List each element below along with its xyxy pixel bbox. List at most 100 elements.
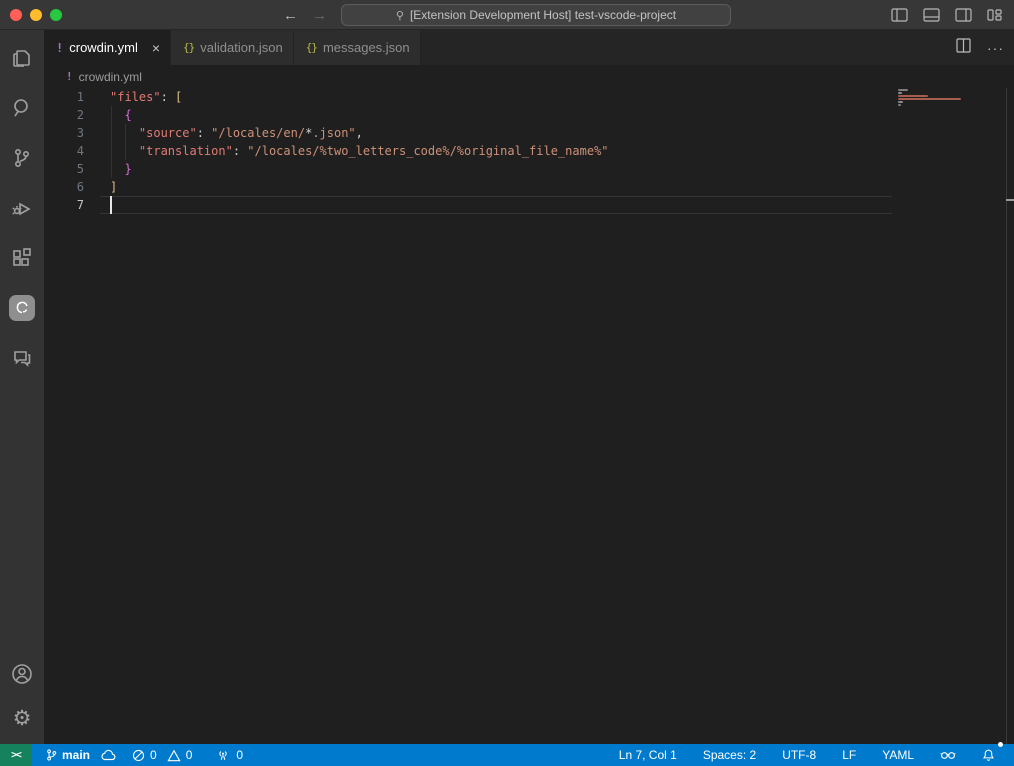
sync-changes-item[interactable]: [95, 744, 121, 766]
line-number: 1: [44, 88, 110, 106]
accounts-icon[interactable]: [8, 660, 36, 688]
navigate-forward-icon[interactable]: →: [312, 7, 327, 24]
text-cursor: [110, 196, 112, 214]
remote-indicator[interactable]: ><: [0, 744, 32, 766]
remote-icon: ><: [11, 750, 21, 761]
minimap-line: [898, 92, 902, 94]
tab-crowdin-yml[interactable]: ! crowdin.yml ×: [44, 30, 171, 65]
eol-item[interactable]: LF: [837, 744, 861, 766]
minimap[interactable]: [892, 88, 1006, 744]
code-text: "translation": "/locales/%two_letters_co…: [110, 142, 609, 160]
crowdin-logo: [9, 295, 35, 321]
code-line[interactable]: 5 }: [44, 160, 892, 178]
source-control-icon[interactable]: [8, 144, 36, 172]
code-text: "source": "/locales/en/*.json",: [110, 124, 363, 142]
encoding-item[interactable]: UTF-8: [777, 744, 821, 766]
git-branch-item[interactable]: main: [40, 744, 95, 766]
more-actions-icon[interactable]: ···: [987, 40, 1004, 56]
json-file-icon: {}: [183, 41, 194, 54]
code-text: "files": [: [110, 88, 182, 106]
indent-guide: [125, 124, 126, 160]
split-editor-icon[interactable]: [956, 38, 971, 58]
bell-icon: [982, 748, 995, 762]
tab-label: validation.json: [200, 40, 282, 55]
warnings-count: 0: [186, 748, 193, 762]
tab-messages-json[interactable]: {} messages.json: [294, 30, 421, 65]
errors-count: 0: [150, 748, 157, 762]
indentation-item[interactable]: Spaces: 2: [698, 744, 761, 766]
navigate-back-icon[interactable]: ←: [283, 7, 298, 24]
tab-bar: ! crowdin.yml × {} validation.json {} me…: [44, 30, 1014, 65]
search-sidebar-icon[interactable]: [8, 94, 36, 122]
branch-label: main: [62, 748, 90, 762]
toggle-primary-sidebar-icon[interactable]: [891, 8, 908, 22]
radio-tower-icon: [216, 748, 230, 762]
code-text: }: [110, 160, 132, 178]
command-center-label: [Extension Development Host] test-vscode…: [410, 8, 676, 22]
code-editor[interactable]: 1"files": [2 {3 "source": "/locales/en/*…: [44, 88, 1014, 744]
cursor-position-item[interactable]: Ln 7, Col 1: [614, 744, 682, 766]
notification-dot: [998, 742, 1003, 747]
feedback-smiley-icon: [940, 749, 956, 762]
errors-icon: [132, 749, 145, 762]
run-debug-icon[interactable]: [8, 194, 36, 222]
extensions-icon[interactable]: [8, 244, 36, 272]
breadcrumb-file-label: crowdin.yml: [79, 70, 142, 84]
feedback-item[interactable]: [935, 744, 961, 766]
breadcrumb[interactable]: ! crowdin.yml: [44, 65, 1014, 88]
code-line[interactable]: 3 "source": "/locales/en/*.json",: [44, 124, 892, 142]
branch-icon: [45, 748, 58, 762]
toggle-panel-icon[interactable]: [923, 8, 940, 22]
crowdin-extension-icon[interactable]: [8, 294, 36, 322]
code-text: ]: [110, 178, 117, 196]
customize-layout-icon[interactable]: [987, 8, 1002, 22]
close-window-button[interactable]: [10, 9, 22, 21]
language-mode-item[interactable]: YAML: [877, 744, 919, 766]
yaml-file-icon: !: [56, 41, 63, 55]
cloud-icon: [100, 749, 116, 762]
overview-ruler[interactable]: [1006, 88, 1014, 744]
tab-label: messages.json: [323, 40, 410, 55]
minimap-line: [898, 101, 903, 103]
code-text: {: [110, 106, 132, 124]
line-number: 6: [44, 178, 110, 196]
activity-bar: ⚙: [0, 30, 44, 744]
status-bar: >< main 0: [0, 744, 1014, 766]
code-line[interactable]: 2 {: [44, 106, 892, 124]
minimap-line: [898, 104, 901, 106]
minimap-line: [898, 95, 928, 97]
ports-count: 0: [236, 748, 243, 762]
code-line[interactable]: 7: [44, 196, 892, 214]
minimap-line: [898, 89, 908, 91]
yaml-file-icon: !: [66, 70, 73, 83]
window-controls: [10, 9, 62, 21]
search-icon: ⚲: [396, 9, 404, 22]
explorer-icon[interactable]: [8, 44, 36, 72]
indent-guide: [111, 106, 112, 178]
problems-item[interactable]: 0 0: [127, 744, 197, 766]
maximize-window-button[interactable]: [50, 9, 62, 21]
line-number: 2: [44, 106, 110, 124]
minimize-window-button[interactable]: [30, 9, 42, 21]
title-bar: ← → ⚲ [Extension Development Host] test-…: [0, 0, 1014, 30]
overview-cursor-marker: [1006, 199, 1014, 201]
json-file-icon: {}: [306, 41, 317, 54]
line-number: 7: [44, 196, 110, 214]
code-line[interactable]: 4 "translation": "/locales/%two_letters_…: [44, 142, 892, 160]
comments-icon[interactable]: [8, 344, 36, 372]
settings-gear-icon[interactable]: ⚙: [8, 704, 36, 732]
warnings-icon: [167, 749, 181, 762]
code-lines: 1"files": [2 {3 "source": "/locales/en/*…: [44, 88, 892, 214]
command-center-search[interactable]: ⚲ [Extension Development Host] test-vsco…: [341, 4, 731, 26]
minimap-line: [898, 98, 961, 100]
line-number: 4: [44, 142, 110, 160]
notifications-item[interactable]: [977, 744, 1000, 766]
line-number: 3: [44, 124, 110, 142]
code-line[interactable]: 6]: [44, 178, 892, 196]
tab-validation-json[interactable]: {} validation.json: [171, 30, 294, 65]
ports-item[interactable]: 0: [211, 744, 248, 766]
toggle-secondary-sidebar-icon[interactable]: [955, 8, 972, 22]
code-line[interactable]: 1"files": [: [44, 88, 892, 106]
close-tab-icon[interactable]: ×: [152, 40, 160, 56]
line-number: 5: [44, 160, 110, 178]
